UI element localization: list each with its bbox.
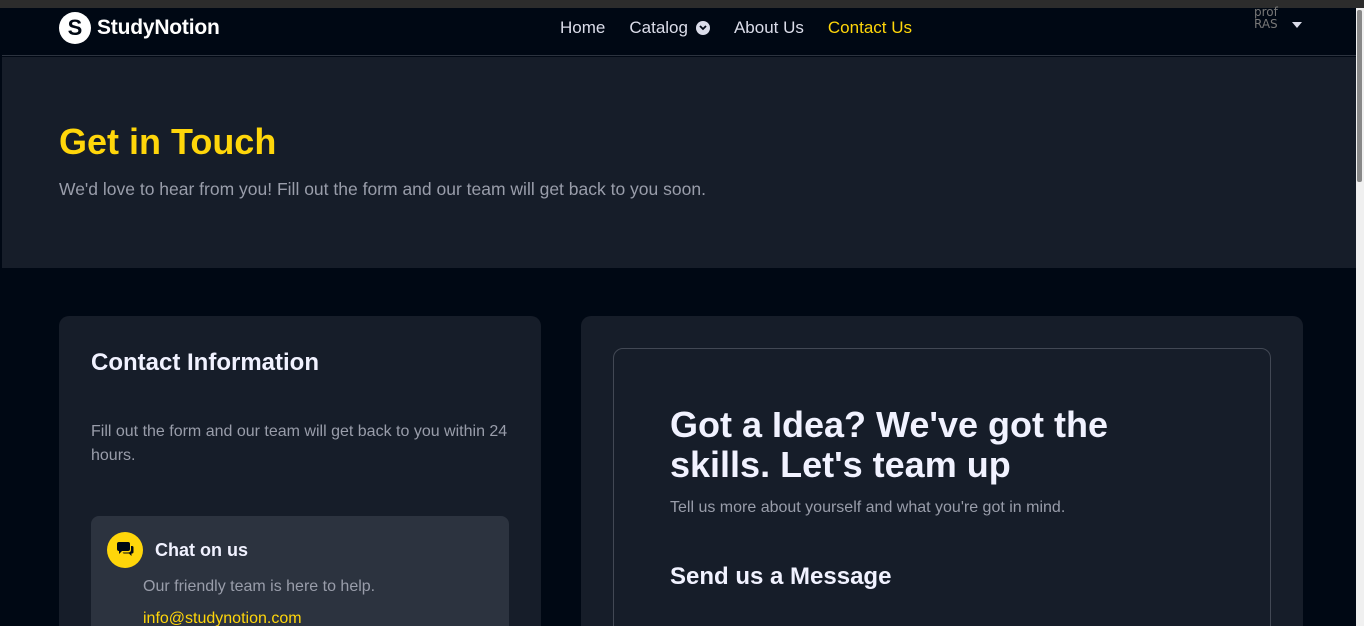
contact-form-card: Got a Idea? We've got the skills. Let's … [581,316,1303,626]
logo-text: StudyNotion [97,16,220,39]
form-container: Got a Idea? We've got the skills. Let's … [613,348,1271,626]
nav-link-catalog[interactable]: Catalog [629,18,710,38]
chat-subtitle: Our friendly team is here to help. [143,578,376,595]
form-heading: Got a Idea? We've got the skills. Let's … [670,404,1108,485]
nav-link-contact[interactable]: Contact Us [828,18,912,38]
catalog-label: Catalog [629,18,688,37]
logo[interactable]: S StudyNotion [59,12,220,44]
browser-top-strip [0,0,1364,8]
caret-down-icon [1292,22,1302,28]
chat-title: Chat on us [155,540,248,560]
hero-section: Get in Touch We'd love to hear from you!… [2,57,1356,268]
chat-email-link[interactable]: info@studynotion.com [143,610,302,626]
navbar: S StudyNotion Home Catalog About Us Cont… [2,6,1356,56]
avatar: prof RAS [1254,6,1278,31]
nav-link-home[interactable]: Home [560,18,605,38]
form-subheading: Tell us more about yourself and what you… [670,499,1066,516]
logo-badge: S [59,12,91,44]
page-subtitle: We'd love to hear from you! Fill out the… [59,179,706,199]
contact-info-description: Fill out the form and our team will get … [91,423,508,464]
contact-info-title: Contact Information [91,349,319,376]
nav-link-about[interactable]: About Us [734,18,804,38]
nav-links: Home Catalog About Us Contact Us [560,18,912,38]
chat-box: Chat on us Our friendly team is here to … [91,516,509,626]
profile-dropdown[interactable]: prof RAS [1254,6,1310,54]
contact-info-card: Contact Information Fill out the form an… [59,316,541,626]
page-title: Get in Touch [59,121,277,162]
chat-icon [107,532,143,568]
scrollbar-thumb[interactable] [1357,10,1362,182]
chevron-down-icon [695,21,710,35]
send-message-title: Send us a Message [670,563,892,590]
